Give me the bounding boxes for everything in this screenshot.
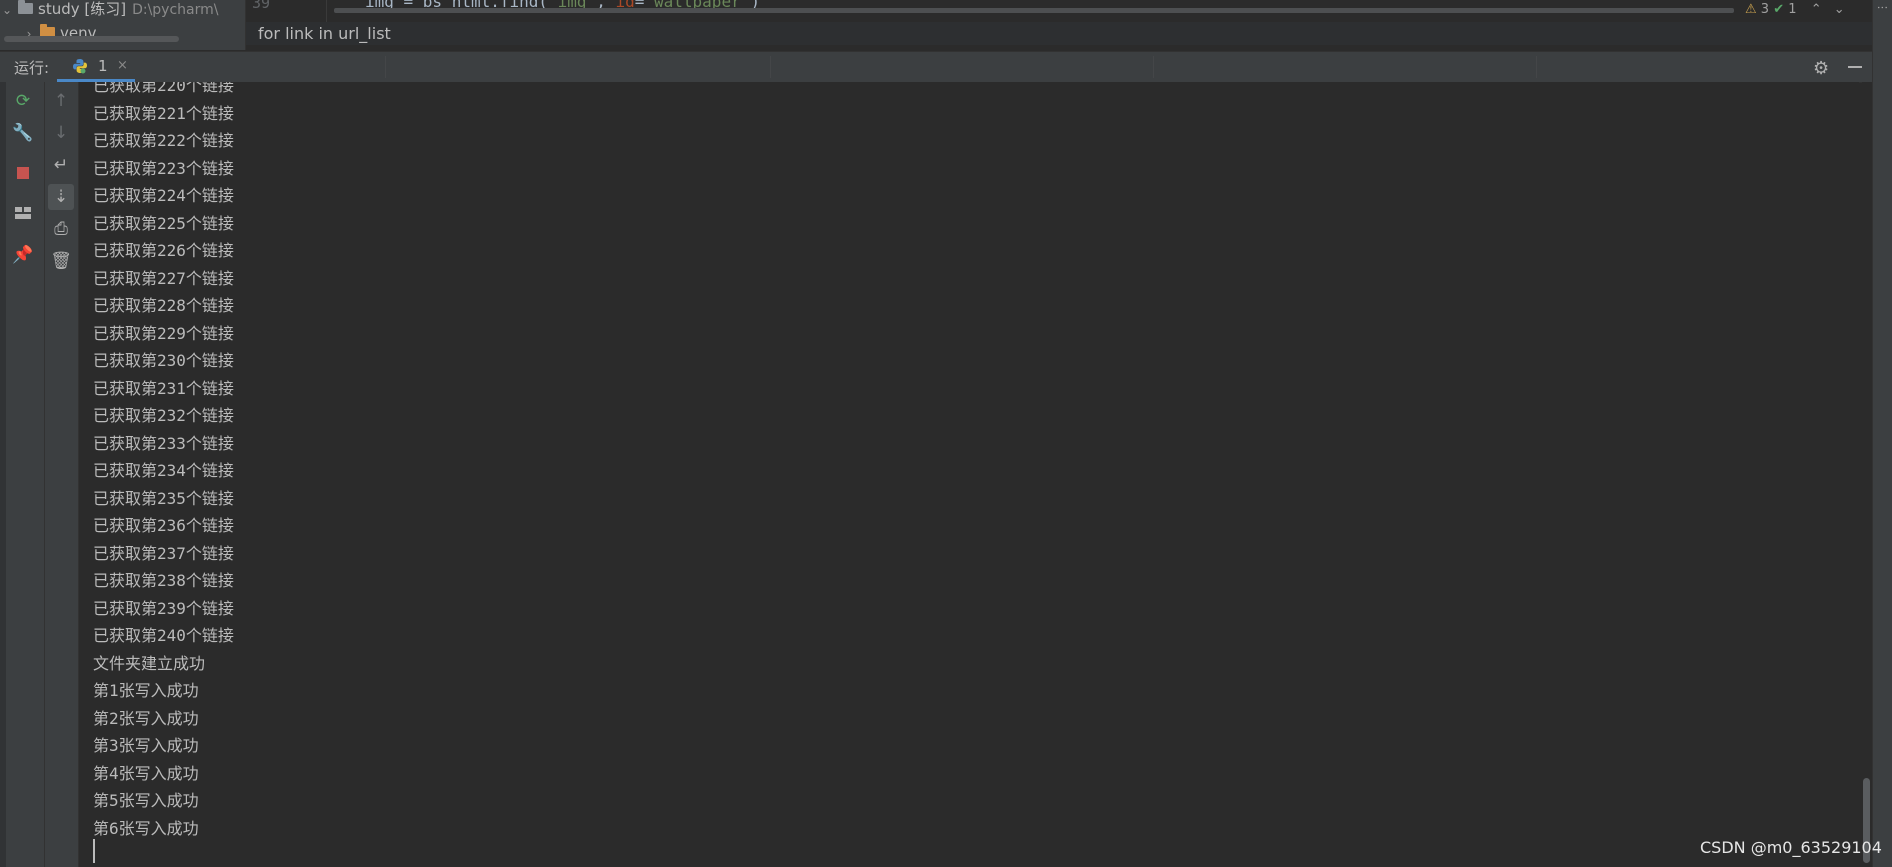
console-line: 第2张写入成功	[93, 708, 199, 728]
scroll-to-end-icon[interactable]: ⇣	[48, 184, 74, 210]
console-line: 已获取第240个链接	[93, 626, 234, 645]
console-output[interactable]: 已获取第220个链接已获取第221个链接 已获取第222个链接 已获取第223个链接…	[79, 82, 1859, 867]
layout-button[interactable]	[10, 200, 36, 226]
python-icon	[73, 59, 87, 74]
top-area: ⌄ study [练习] D:\pycharm\ › venv 39 img = bs…	[0, 0, 1892, 50]
breadcrumb-item[interactable]: for link in url_list	[258, 24, 391, 43]
right-tool-strip: ⋮	[1872, 0, 1892, 867]
console-line: 已获取第225个链接	[93, 213, 234, 233]
watermark: CSDN @m0_63529104	[1700, 838, 1882, 857]
window-edge	[0, 82, 6, 867]
chevron-down-icon[interactable]: ⌄	[0, 0, 14, 21]
console-line: 已获取第232个链接	[93, 406, 234, 425]
project-tree-scrollbar[interactable]	[4, 36, 179, 42]
console-lines: 已获取第220个链接已获取第221个链接 已获取第222个链接 已获取第223个链接…	[93, 82, 234, 842]
console-line: 已获取第221个链接	[93, 103, 234, 123]
run-tab-1[interactable]: 1 ×	[57, 52, 135, 82]
chevron-down-icon[interactable]: ⌄	[1834, 2, 1845, 17]
console-line: 已获取第227个链接	[93, 268, 234, 288]
console-line: 已获取第220个链接	[93, 82, 234, 95]
project-tree: ⌄ study [练习] D:\pycharm\ › venv	[0, 0, 246, 50]
print-icon[interactable]: ⎙	[48, 216, 74, 242]
stop-icon	[17, 167, 29, 179]
chevron-up-icon[interactable]: ⌃	[1811, 2, 1822, 17]
gear-icon[interactable]: ⚙	[1813, 58, 1829, 79]
minimize-icon[interactable]	[1848, 66, 1862, 68]
run-toolwindow-header: 运行: 1 × ⚙	[0, 51, 1872, 83]
header-divider	[1153, 56, 1154, 78]
right-tool-label[interactable]: ⋮	[1876, 2, 1889, 13]
run-toolbar-primary: ⟳ 🔧 📌	[0, 82, 45, 867]
console-line: 已获取第234个链接	[93, 461, 234, 480]
console-line: 已获取第223个链接	[93, 158, 234, 178]
project-root-label: study [练习]	[38, 0, 127, 18]
tree-row-project-root[interactable]: ⌄ study [练习] D:\pycharm\	[0, 0, 218, 20]
inspection-widget[interactable]: ⚠ 3 ✔ 1 ⌃ ⌄	[1745, 2, 1845, 17]
console-line: 已获取第228个链接	[93, 296, 234, 315]
soft-wrap-icon[interactable]: ↵	[48, 152, 74, 178]
console-line: 已获取第222个链接	[93, 131, 234, 150]
header-divider	[1536, 56, 1537, 78]
wrench-icon[interactable]: 🔧	[10, 120, 36, 146]
run-toolbar-secondary: ↑ ↓ ↵ ⇣ ⎙ 🗑	[45, 82, 79, 867]
header-divider	[385, 56, 386, 78]
console-line: 已获取第229个链接	[93, 323, 234, 343]
console-line: 第5张写入成功	[93, 791, 199, 810]
folder-icon	[18, 0, 33, 14]
trash-icon[interactable]: 🗑	[48, 248, 74, 274]
console-line: 第4张写入成功	[93, 763, 199, 783]
line-number: 39	[252, 0, 271, 12]
run-tab-label: 1	[98, 57, 108, 75]
gutter-divider	[326, 0, 327, 22]
console-line: 文件夹建立成功	[93, 653, 206, 673]
check-icon: ✔	[1773, 2, 1785, 17]
project-root-path: D:\pycharm\	[132, 2, 219, 18]
console-line: 已获取第235个链接	[93, 488, 234, 508]
console-line: 已获取第226个链接	[93, 241, 234, 260]
console-line: 第3张写入成功	[93, 736, 199, 755]
stop-button[interactable]	[10, 160, 36, 186]
passed-count: 1	[1788, 2, 1797, 17]
console-line: 已获取第231个链接	[93, 378, 234, 398]
console-line: 已获取第224个链接	[93, 186, 234, 205]
close-icon[interactable]: ×	[117, 58, 128, 73]
console-scrollbar[interactable]	[1862, 82, 1872, 867]
console-line: 第6张写入成功	[93, 818, 199, 838]
arrow-up-icon[interactable]: ↑	[48, 88, 74, 114]
layout-icon	[15, 207, 31, 219]
header-divider	[770, 56, 771, 78]
editor-horizontal-scrollbar[interactable]	[334, 8, 1734, 13]
text-caret	[93, 839, 95, 863]
console-line: 已获取第238个链接	[93, 571, 234, 590]
warning-icon: ⚠	[1745, 2, 1757, 17]
console-line: 已获取第236个链接	[93, 516, 234, 535]
arrow-down-icon[interactable]: ↓	[48, 120, 74, 146]
console-line: 已获取第239个链接	[93, 598, 234, 618]
console-line: 已获取第230个链接	[93, 351, 234, 370]
console-line: 已获取第233个链接	[93, 433, 234, 453]
breadcrumb[interactable]: for link in url_list	[246, 22, 1892, 45]
warning-count: 3	[1760, 2, 1770, 17]
console-line: 已获取第237个链接	[93, 543, 234, 563]
console-line: 第1张写入成功	[93, 681, 199, 700]
rerun-icon[interactable]: ⟳	[10, 88, 36, 114]
run-panel-title: 运行:	[14, 59, 50, 77]
pin-icon[interactable]: 📌	[10, 242, 36, 268]
